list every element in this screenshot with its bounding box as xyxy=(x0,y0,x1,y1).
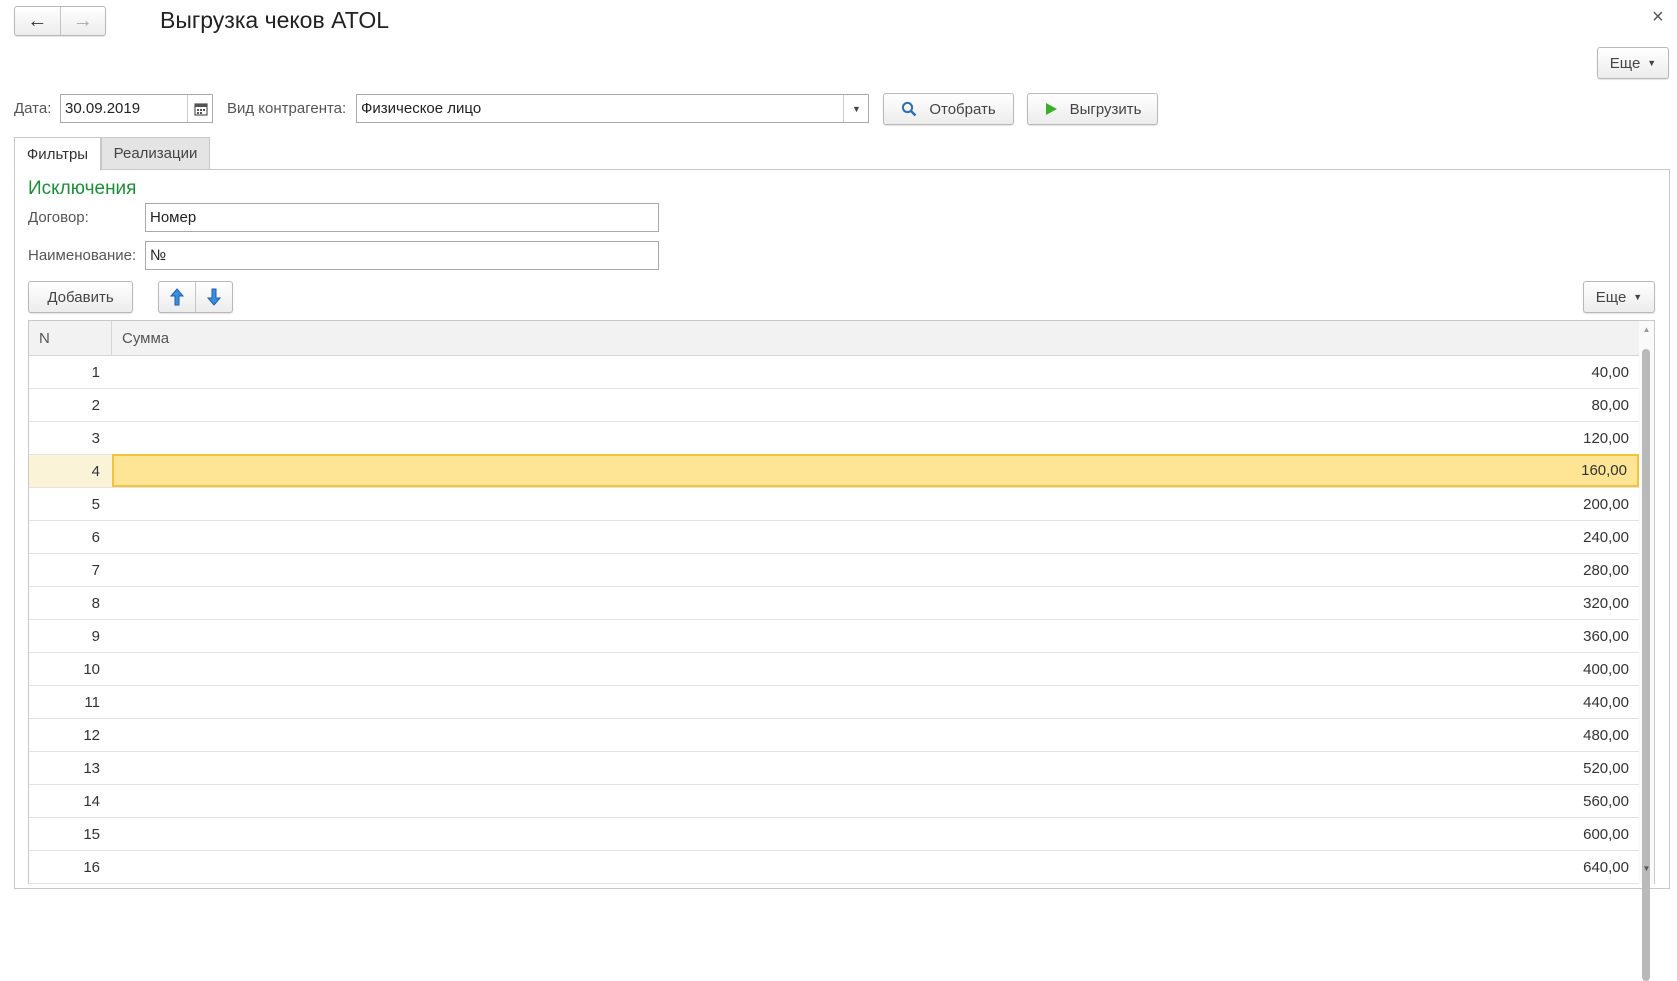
table-row[interactable]: 8 320,00 xyxy=(29,587,1639,620)
contract-value: Номер xyxy=(150,209,197,226)
cell-sum[interactable]: 640,00 xyxy=(112,851,1639,883)
tab-realizations-label: Реализации xyxy=(113,145,198,162)
cell-n[interactable]: 6 xyxy=(29,521,112,553)
table-row[interactable]: 2 80,00 xyxy=(29,389,1639,422)
export-button-label: Выгрузить xyxy=(1069,100,1142,118)
search-icon xyxy=(902,101,917,117)
table-row[interactable]: 14 560,00 xyxy=(29,785,1639,818)
cell-sum[interactable]: 320,00 xyxy=(112,587,1639,619)
select-button[interactable]: Отобрать xyxy=(883,93,1014,125)
cell-sum[interactable]: 480,00 xyxy=(112,719,1639,751)
scroll-down-icon[interactable]: ▼ xyxy=(1639,864,1654,873)
cell-n[interactable]: 13 xyxy=(29,752,112,784)
table-row[interactable]: 15 600,00 xyxy=(29,818,1639,851)
date-value: 30.09.2019 xyxy=(65,100,141,117)
column-header-n[interactable]: N xyxy=(29,321,112,355)
table-row[interactable]: 11 440,00 xyxy=(29,686,1639,719)
cell-sum[interactable]: 160,00 xyxy=(112,454,1639,487)
scrollbar[interactable]: ▲ ▼ xyxy=(1639,321,1654,981)
name-value: № xyxy=(150,247,167,264)
play-icon xyxy=(1045,103,1057,115)
scrollbar-thumb[interactable] xyxy=(1642,349,1650,981)
cell-n[interactable]: 1 xyxy=(29,356,112,388)
cell-n[interactable]: 10 xyxy=(29,653,112,685)
more-button-table[interactable]: Еще ▼ xyxy=(1583,281,1655,313)
cell-sum[interactable]: 200,00 xyxy=(112,488,1639,520)
table-row[interactable]: 5 200,00 xyxy=(29,488,1639,521)
back-button[interactable]: ← xyxy=(15,7,61,35)
calendar-icon[interactable] xyxy=(187,95,213,122)
more-label: Еще xyxy=(1609,54,1641,72)
cell-sum[interactable]: 560,00 xyxy=(112,785,1639,817)
cell-n[interactable]: 16 xyxy=(29,851,112,883)
close-icon[interactable]: × xyxy=(1652,6,1664,29)
dropdown-arrow-icon[interactable]: ▼ xyxy=(843,95,869,122)
section-title: Исключения xyxy=(28,178,137,199)
table-row[interactable]: 7 280,00 xyxy=(29,554,1639,587)
move-down-button[interactable] xyxy=(196,282,232,312)
scroll-up-icon[interactable]: ▲ xyxy=(1639,325,1654,334)
contract-field[interactable]: Номер xyxy=(145,203,659,232)
table-header: N Сумма xyxy=(29,321,1639,356)
add-button[interactable]: Добавить xyxy=(28,281,133,313)
move-up-button[interactable] xyxy=(159,282,196,312)
cell-n[interactable]: 11 xyxy=(29,686,112,718)
table-row[interactable]: 10 400,00 xyxy=(29,653,1639,686)
forward-arrow-icon: → xyxy=(72,9,93,32)
back-arrow-icon: ← xyxy=(27,9,48,32)
forward-button[interactable]: → xyxy=(61,7,106,35)
more-label: Еще xyxy=(1595,288,1627,306)
table-row[interactable]: 13 520,00 xyxy=(29,752,1639,785)
cell-sum[interactable]: 360,00 xyxy=(112,620,1639,652)
cell-sum[interactable]: 400,00 xyxy=(112,653,1639,685)
cell-n[interactable]: 12 xyxy=(29,719,112,751)
add-button-label: Добавить xyxy=(47,288,114,306)
cell-sum[interactable]: 120,00 xyxy=(112,422,1639,454)
cell-sum[interactable]: 40,00 xyxy=(112,356,1639,388)
kontragent-select[interactable]: Физическое лицо xyxy=(356,94,869,123)
select-button-label: Отобрать xyxy=(929,100,996,118)
table-row[interactable]: 1 40,00 xyxy=(29,356,1639,389)
cell-n[interactable]: 9 xyxy=(29,620,112,652)
cell-n[interactable]: 3 xyxy=(29,422,112,454)
cell-sum[interactable]: 520,00 xyxy=(112,752,1639,784)
column-header-sum[interactable]: Сумма xyxy=(112,321,1639,355)
chevron-down-icon: ▼ xyxy=(1633,292,1643,302)
table-row[interactable]: 4 160,00 xyxy=(29,454,1639,488)
move-buttons xyxy=(158,281,233,313)
cell-sum[interactable]: 240,00 xyxy=(112,521,1639,553)
export-button[interactable]: Выгрузить xyxy=(1027,93,1158,125)
name-label: Наименование: xyxy=(28,247,137,264)
table-row[interactable]: 9 360,00 xyxy=(29,620,1639,653)
table-row[interactable]: 16 640,00 xyxy=(29,851,1639,884)
cell-n[interactable]: 2 xyxy=(29,389,112,421)
table-row[interactable]: 6 240,00 xyxy=(29,521,1639,554)
date-label: Дата: xyxy=(14,100,52,117)
cell-sum[interactable]: 600,00 xyxy=(112,818,1639,850)
tab-realizations[interactable]: Реализации xyxy=(101,137,210,170)
kontragent-label: Вид контрагента: xyxy=(227,100,347,117)
arrow-up-icon xyxy=(170,288,184,306)
cell-n[interactable]: 15 xyxy=(29,818,112,850)
contract-label: Договор: xyxy=(28,209,89,226)
tab-filters-label: Фильтры xyxy=(26,145,89,163)
cell-n[interactable]: 5 xyxy=(29,488,112,520)
cell-sum[interactable]: 440,00 xyxy=(112,686,1639,718)
cell-n[interactable]: 7 xyxy=(29,554,112,586)
cell-sum[interactable]: 80,00 xyxy=(112,389,1639,421)
table-row[interactable]: 12 480,00 xyxy=(29,719,1639,752)
cell-n[interactable]: 4 xyxy=(29,455,112,487)
cell-n[interactable]: 14 xyxy=(29,785,112,817)
tab-filters[interactable]: Фильтры xyxy=(14,137,101,171)
page-title: Выгрузка чеков ATOL xyxy=(160,7,390,33)
name-field[interactable]: № xyxy=(145,241,659,270)
cell-sum[interactable]: 280,00 xyxy=(112,554,1639,586)
more-button-top[interactable]: Еще ▼ xyxy=(1597,47,1669,79)
cell-n[interactable]: 8 xyxy=(29,587,112,619)
chevron-down-icon: ▼ xyxy=(1647,58,1657,68)
nav-buttons: ← → xyxy=(14,6,106,36)
table-row[interactable]: 3 120,00 xyxy=(29,422,1639,455)
arrow-down-icon xyxy=(207,288,221,306)
kontragent-value: Физическое лицо xyxy=(361,100,482,117)
